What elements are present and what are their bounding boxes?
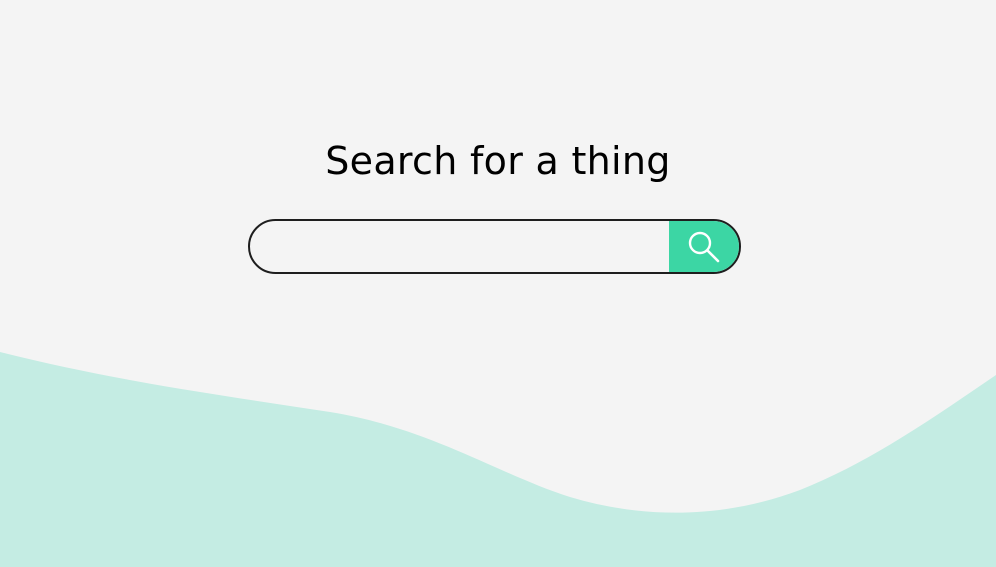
search-icon: [688, 231, 720, 262]
wave-shape: [0, 352, 996, 567]
search-button[interactable]: [669, 221, 739, 272]
page: Search for a thing: [0, 0, 996, 567]
page-title: Search for a thing: [325, 139, 671, 183]
search-input[interactable]: [250, 221, 669, 272]
search-bar: [248, 219, 741, 274]
background-wave: [0, 352, 996, 567]
